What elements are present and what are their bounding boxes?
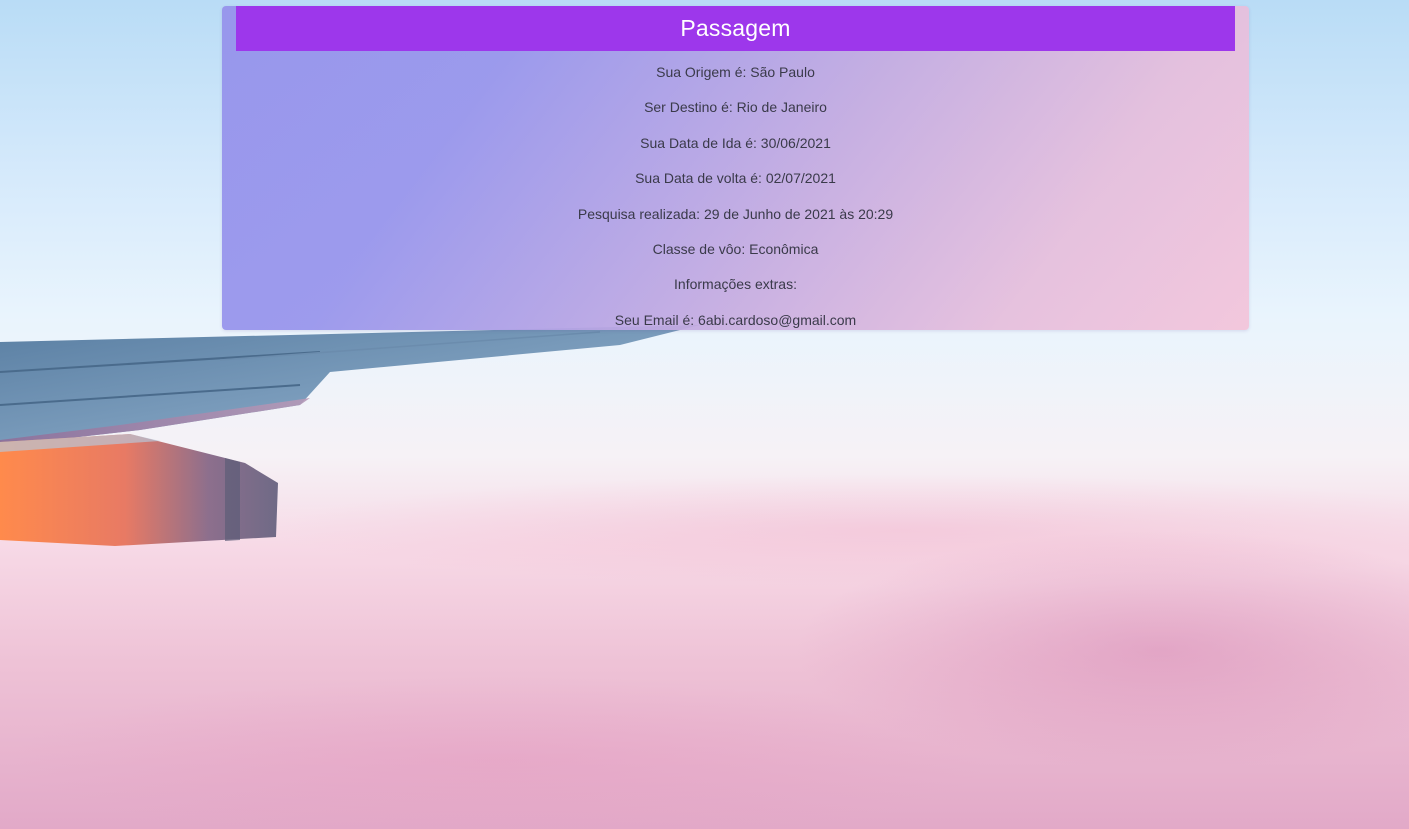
extra-info-text: Informações extras:: [674, 276, 797, 293]
flight-class-text: Classe de vôo: Econômica: [652, 240, 819, 257]
ticket-info-list: Sua Origem é: São Paulo Ser Destino é: R…: [222, 63, 1249, 330]
departure-date-text: Sua Data de Ida é: 30/06/2021: [640, 134, 831, 151]
destination-text: Ser Destino é: Rio de Janeiro: [644, 99, 827, 116]
return-date-text: Sua Data de volta é: 02/07/2021: [635, 170, 836, 187]
ticket-header: Passagem: [236, 6, 1235, 51]
email-text: Seu Email é: 6abi.cardoso@gmail.com: [614, 311, 857, 328]
page-title: Passagem: [680, 15, 791, 41]
ticket-card: Passagem Sua Origem é: São Paulo Ser Des…: [222, 6, 1249, 330]
origin-text: Sua Origem é: São Paulo: [656, 64, 815, 80]
search-timestamp-text: Pesquisa realizada: 29 de Junho de 2021 …: [577, 205, 894, 222]
